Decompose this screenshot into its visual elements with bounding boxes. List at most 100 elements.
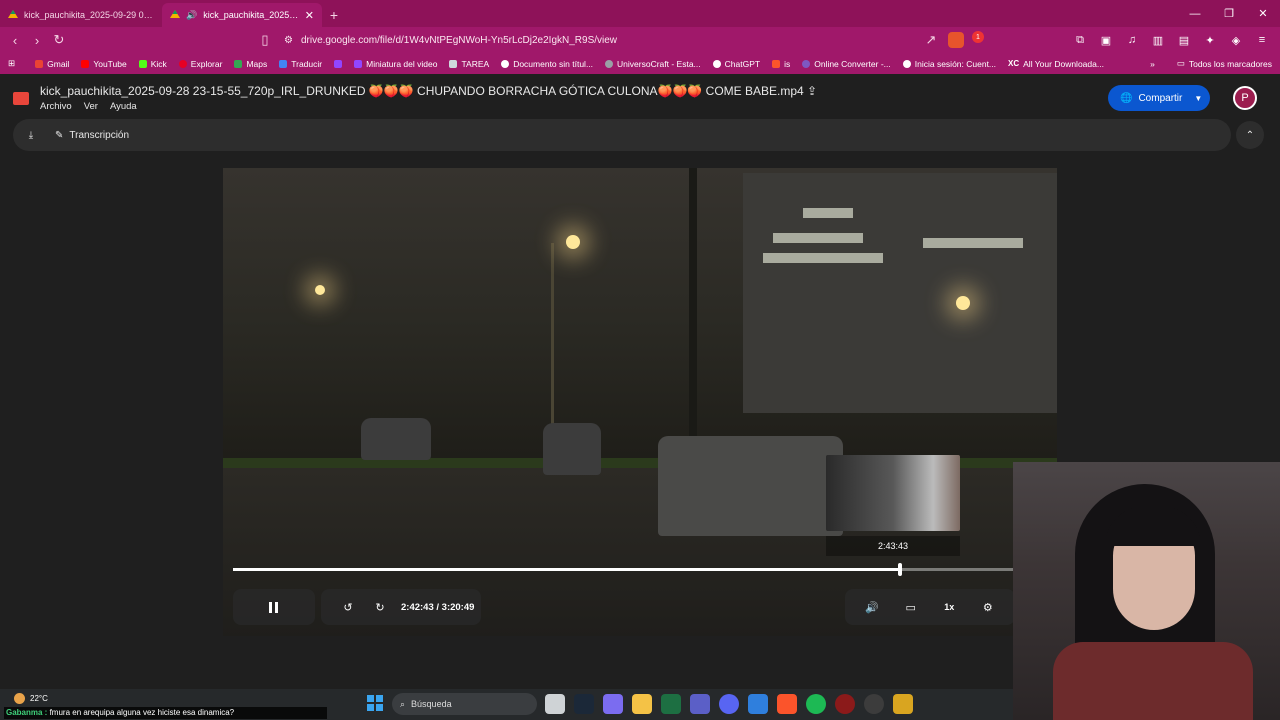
search-placeholder: Búsqueda	[411, 699, 452, 709]
bookmark-tarea[interactable]: TAREA	[443, 59, 495, 69]
pause-button[interactable]	[233, 589, 315, 625]
apps-icon[interactable]: ⊞	[0, 58, 29, 69]
progress-bar[interactable]	[233, 563, 1057, 576]
steam-icon[interactable]	[574, 694, 594, 714]
bookmark-label: Miniatura del video	[366, 58, 438, 69]
taskbar-search[interactable]: ⌕ Búsqueda	[392, 693, 537, 715]
brave-icon[interactable]	[777, 694, 797, 714]
forward-10-icon[interactable]: ↻	[369, 601, 391, 614]
drive-header: kick_pauchikita_2025-09-28 23-15-55_720p…	[0, 74, 1280, 121]
extensions-icon[interactable]: ⧉	[1070, 29, 1090, 51]
sidebar-icon[interactable]: ▥	[1148, 29, 1168, 51]
site-info-icon[interactable]: ⚙	[284, 35, 293, 46]
bookmark-is[interactable]: is	[766, 59, 796, 69]
new-tab-button[interactable]: +	[322, 3, 346, 27]
share-button[interactable]: 🌐 Compartir ▼	[1108, 85, 1210, 111]
bookmark-chatgpt[interactable]: ChatGPT	[707, 59, 766, 69]
menu-archivo[interactable]: Archivo	[40, 101, 72, 112]
screenshot-icon[interactable]: ▣	[1096, 29, 1116, 51]
scrub-handle[interactable]	[898, 563, 903, 576]
teams-icon[interactable]	[690, 694, 710, 714]
forward-icon[interactable]: ›	[26, 29, 48, 51]
bookmark-all-your-downloads[interactable]: XC All Your Downloada...	[1002, 59, 1110, 69]
bookmark-youtube[interactable]: YouTube	[75, 59, 132, 69]
bookmark-traducir[interactable]: Traducir	[273, 59, 328, 69]
obs-icon[interactable]	[864, 694, 884, 714]
time-controls: ↺ ↻ 2:42:43 / 3:20:49	[321, 589, 481, 625]
minimize-button[interactable]: —	[1178, 0, 1212, 27]
bookmark-kick[interactable]: Kick	[133, 59, 173, 69]
bookmark-twitch[interactable]	[328, 59, 348, 68]
wallet-icon[interactable]: ▤	[1174, 29, 1194, 51]
audio-playing-icon[interactable]: 🔊	[186, 10, 197, 21]
notification-badge[interactable]: 1	[972, 31, 984, 43]
globe-icon	[605, 59, 614, 68]
video-player[interactable]: 2:43:43 ↺ ↻ 2:42:43 / 3:20:49 🔊 ▭ 1x ⚙	[223, 168, 1057, 636]
close-tab-icon[interactable]: ✕	[305, 9, 314, 22]
reload-icon[interactable]: ↻	[48, 29, 70, 51]
vpn-icon[interactable]: ◈	[1226, 29, 1246, 51]
bookmark-maps[interactable]: Maps	[228, 59, 273, 69]
share-page-icon[interactable]: ↗	[920, 29, 942, 51]
file-explorer-icon[interactable]	[632, 694, 652, 714]
building-window	[923, 238, 1023, 248]
bookmark-icon[interactable]: ▯	[254, 29, 276, 51]
browser-tab-active[interactable]: 🔊 kick_pauchikita_2025-09-28 2 ✕	[162, 3, 322, 27]
bookmark-label: Gmail	[47, 58, 70, 69]
address-bar[interactable]: ⚙ drive.google.com/file/d/1W4vNtPEgNWoH-…	[284, 35, 904, 46]
menu-icon[interactable]: ≡	[1252, 29, 1272, 51]
bookmark-converter[interactable]: Online Converter -...	[796, 59, 897, 69]
bookmark-inicia-sesion[interactable]: Inicia sesión: Cuent...	[897, 59, 1002, 69]
music-icon[interactable]: ♫	[1122, 29, 1142, 51]
bookmark-universocraft[interactable]: UniversoCraft - Esta...	[599, 59, 707, 69]
menu-ayuda[interactable]: Ayuda	[110, 101, 137, 112]
discord-icon[interactable]	[719, 694, 739, 714]
avatar[interactable]: P	[1233, 86, 1257, 110]
captions-icon[interactable]: ▭	[900, 601, 922, 614]
back-icon[interactable]: ‹	[4, 29, 26, 51]
bookmark-gmail[interactable]: Gmail	[29, 59, 75, 69]
google-icon	[501, 59, 510, 68]
bookmark-label: All Your Downloada...	[1023, 58, 1104, 69]
download-icon[interactable]: ⤓	[23, 130, 39, 141]
chatgpt-icon	[712, 59, 721, 68]
volume-icon[interactable]: 🔊	[861, 601, 883, 614]
close-window-button[interactable]: ✕	[1246, 0, 1280, 27]
rewind-10-icon[interactable]: ↺	[337, 601, 359, 614]
task-view-icon[interactable]	[545, 694, 565, 714]
playback-speed-button[interactable]: 1x	[938, 602, 960, 612]
weather-widget[interactable]: 22°C	[14, 693, 48, 704]
settings-gear-icon[interactable]: ⚙	[977, 601, 999, 614]
bookmark-miniatura[interactable]: Miniatura del video	[348, 59, 443, 69]
mail-icon[interactable]	[748, 694, 768, 714]
restore-button[interactable]: ❐	[1212, 0, 1246, 27]
building-window	[803, 208, 853, 218]
toolbar-right-icons: ⧉ ▣ ♫ ▥ ▤ ✦ ◈ ≡	[1070, 29, 1272, 51]
bookmark-label: Online Converter -...	[814, 58, 891, 69]
shared-drive-icon[interactable]: ⇪	[807, 84, 817, 98]
browser-tab[interactable]: kick_pauchikita_2025-09-29 06-47-4	[0, 3, 162, 27]
transcript-button[interactable]: ✎ Transcripción	[55, 130, 129, 141]
windows-start-icon[interactable]	[367, 695, 383, 711]
bookmark-label: Kick	[150, 58, 167, 69]
video-frame-car	[543, 423, 601, 475]
spotify-icon[interactable]	[806, 694, 826, 714]
leo-ai-icon[interactable]: ✦	[1200, 29, 1220, 51]
bookmarks-overflow-button[interactable]: »	[1150, 59, 1155, 69]
menu-ver[interactable]: Ver	[84, 101, 98, 112]
chevron-down-icon[interactable]: ▼	[1194, 94, 1202, 103]
app-icon[interactable]	[835, 694, 855, 714]
collapse-chevron-up-icon[interactable]: ⌃	[1236, 121, 1264, 149]
bookmark-documento[interactable]: Documento sin títul...	[495, 59, 599, 69]
copilot-icon[interactable]	[603, 694, 623, 714]
bookmark-explorar[interactable]: Explorar	[173, 59, 229, 69]
chat-text: fmura en arequipa alguna vez hiciste esa…	[47, 708, 235, 717]
app-icon[interactable]	[893, 694, 913, 714]
video-frame-lamp	[315, 285, 325, 295]
brave-shield-icon[interactable]	[948, 32, 964, 48]
window-controls: — ❐ ✕	[1178, 0, 1280, 27]
all-bookmarks-button[interactable]: ▭ Todos los marcadores	[1177, 58, 1272, 69]
excel-icon[interactable]	[661, 694, 681, 714]
pinterest-icon	[178, 59, 187, 68]
preview-image	[826, 455, 960, 531]
